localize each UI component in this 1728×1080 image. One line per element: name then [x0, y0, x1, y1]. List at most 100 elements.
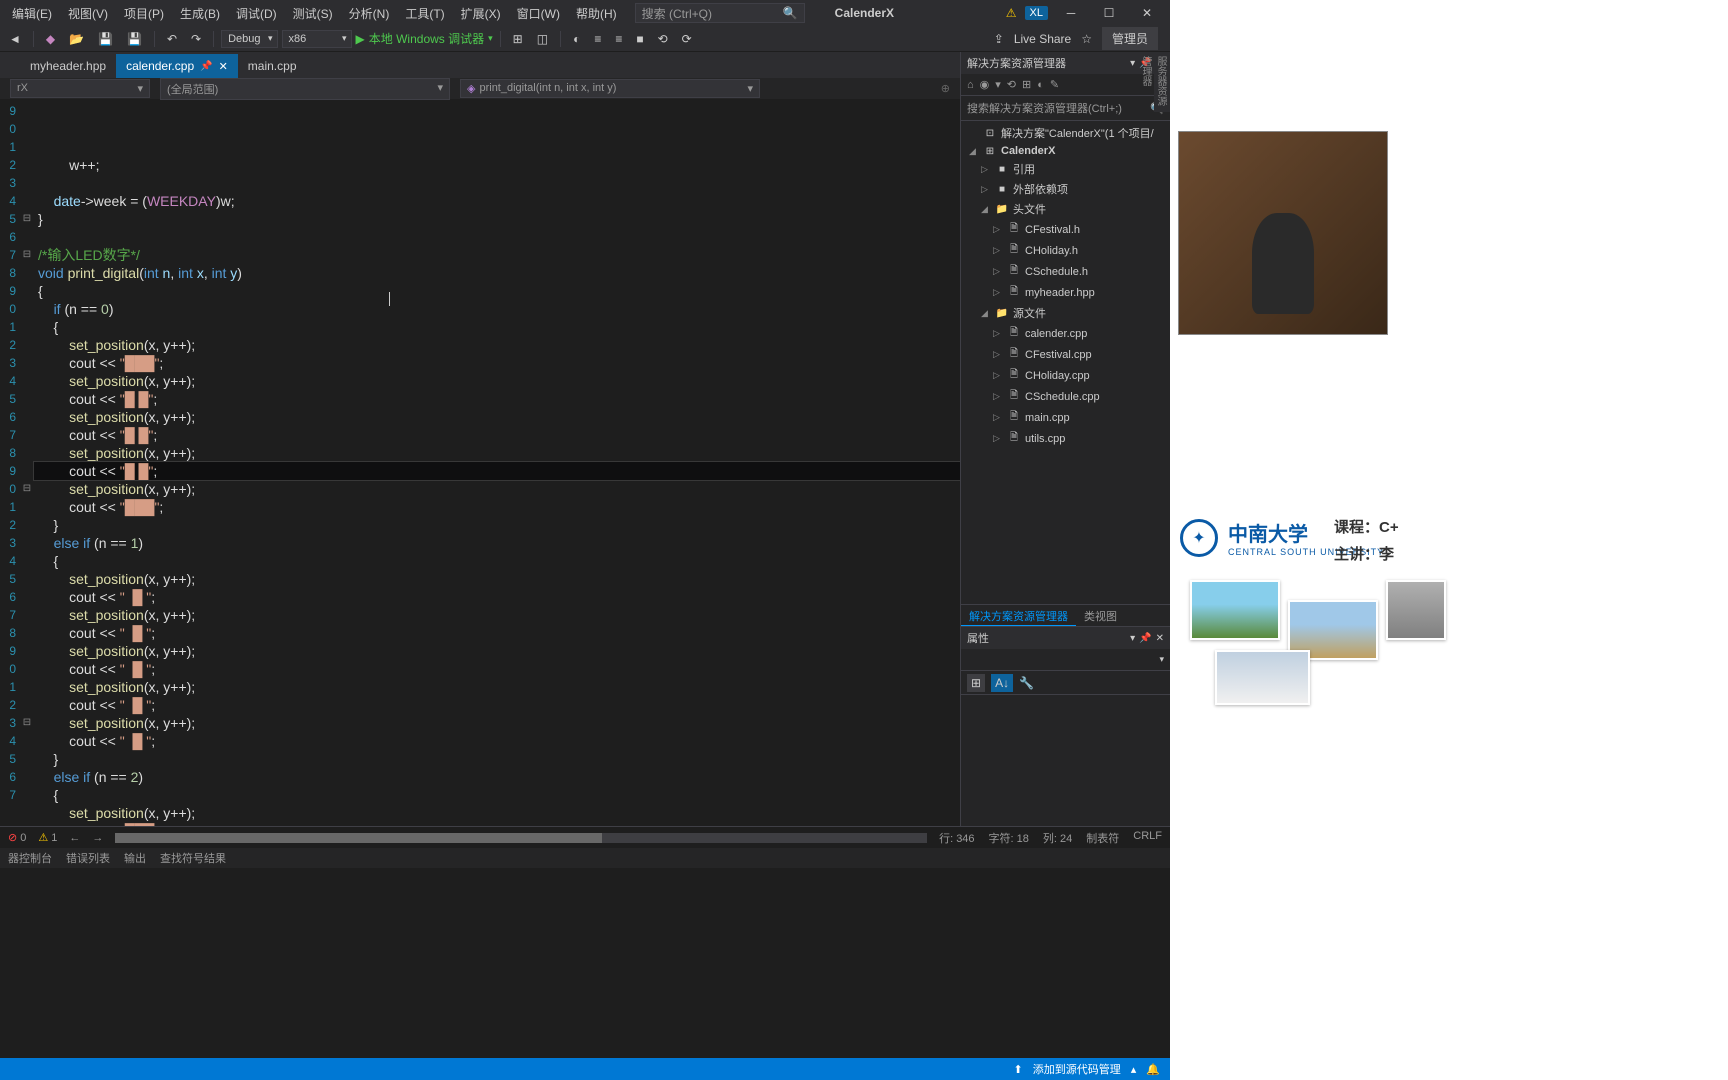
tree-item[interactable]: ▷🗎CSchedule.cpp: [961, 386, 1170, 407]
code-line[interactable]: set_position(x, y++);: [34, 714, 960, 732]
solution-search[interactable]: 搜索解决方案资源管理器(Ctrl+;) 🔍: [961, 96, 1170, 121]
live-share-button[interactable]: Live Share: [1014, 32, 1071, 46]
fold-icon[interactable]: ⊟: [20, 714, 34, 732]
code-line[interactable]: set_position(x, y++);: [34, 408, 960, 426]
menu-item[interactable]: 帮助(H): [568, 3, 625, 25]
code-line[interactable]: set_position(x, y++);: [34, 606, 960, 624]
props-combo-icon[interactable]: ▾: [1159, 654, 1164, 665]
tree-item[interactable]: ▷🗎myheader.hpp: [961, 282, 1170, 303]
search-box[interactable]: 搜索 (Ctrl+Q) 🔍: [635, 3, 805, 23]
code-editor[interactable]: 901234567890123456789012345678901234567 …: [0, 100, 960, 826]
code-line[interactable]: date->week = (WEEKDAY)w;: [34, 192, 960, 210]
status-line[interactable]: 行: 346: [939, 830, 974, 846]
code-line[interactable]: set_position(x, y++);: [34, 372, 960, 390]
output-tab[interactable]: 错误列表: [66, 850, 110, 866]
nav-back-icon[interactable]: ◄: [4, 29, 26, 49]
open-icon[interactable]: 📂: [64, 29, 89, 49]
code-line[interactable]: /*输入LED数字*/: [34, 246, 960, 264]
tree-item[interactable]: ▷■引用: [961, 159, 1170, 179]
code-line[interactable]: w++;: [34, 156, 960, 174]
tb-i6[interactable]: ✎: [1050, 78, 1059, 91]
nav-left-icon[interactable]: ←: [69, 832, 80, 844]
tb-i3[interactable]: ⟲: [1007, 78, 1016, 91]
code-line[interactable]: set_position(x, y++);: [34, 570, 960, 588]
menu-item[interactable]: 生成(B): [172, 3, 228, 25]
code-line[interactable]: }: [34, 750, 960, 768]
code-line[interactable]: set_position(x, y++);: [34, 336, 960, 354]
split-icon[interactable]: ⊕: [941, 82, 950, 95]
menu-item[interactable]: 视图(V): [60, 3, 116, 25]
editor-tab[interactable]: main.cpp: [238, 54, 307, 78]
server-explorer-tab[interactable]: 服务器资源管理器: [1154, 52, 1170, 112]
code-line[interactable]: cout << "███";: [34, 498, 960, 516]
status-col[interactable]: 列: 24: [1043, 830, 1072, 846]
close-icon[interactable]: ✕: [219, 60, 228, 73]
editor-tab[interactable]: calender.cpp📌✕: [116, 54, 238, 78]
output-tab[interactable]: 查找符号结果: [160, 850, 226, 866]
code-line[interactable]: set_position(x, y++);: [34, 480, 960, 498]
code-line[interactable]: {: [34, 786, 960, 804]
code-line[interactable]: cout << " █ ";: [34, 660, 960, 678]
tree-item[interactable]: ▷■外部依赖项: [961, 179, 1170, 199]
tree-item[interactable]: ▷🗎CFestival.cpp: [961, 344, 1170, 365]
tb-icon-6[interactable]: ■: [631, 29, 648, 49]
editor-tab[interactable]: myheader.hpp: [20, 54, 116, 78]
status-ins[interactable]: 制表符: [1086, 830, 1119, 846]
code-line[interactable]: cout << "█ █";: [34, 390, 960, 408]
tb-icon-2[interactable]: ◫: [532, 29, 553, 49]
close-button[interactable]: ✕: [1132, 2, 1162, 24]
output-tab[interactable]: 输出: [124, 850, 146, 866]
code-line[interactable]: else if (n == 1): [34, 534, 960, 552]
home-icon[interactable]: ⌂: [967, 79, 974, 91]
tb-i4[interactable]: ⊞: [1022, 78, 1031, 91]
menu-item[interactable]: 扩展(X): [453, 3, 509, 25]
save-all-icon[interactable]: 💾: [122, 29, 147, 49]
config-combo[interactable]: Debug: [221, 30, 277, 48]
menu-item[interactable]: 分析(N): [341, 3, 398, 25]
bc-scope1[interactable]: rX▾: [10, 79, 150, 98]
tree-item[interactable]: ◢⊞CalenderX: [961, 143, 1170, 159]
pin-icon[interactable]: 📌: [200, 61, 212, 72]
wrench-icon[interactable]: 🔧: [1019, 676, 1034, 690]
panel-dropdown-icon[interactable]: ▾: [1130, 58, 1135, 69]
platform-combo[interactable]: x86: [282, 30, 352, 48]
bc-func[interactable]: ◈ print_digital(int n, int x, int y)▾: [460, 79, 760, 98]
error-icon[interactable]: ⊘: [8, 831, 17, 844]
tb-icon-5[interactable]: ≡: [610, 29, 627, 49]
source-control-icon[interactable]: ⬆: [1014, 1063, 1023, 1076]
tree-item[interactable]: ◢📁源文件: [961, 303, 1170, 323]
bc-scope2[interactable]: (全局范围)▾: [160, 78, 450, 100]
redo-icon[interactable]: ↷: [186, 29, 206, 49]
tb-icon-4[interactable]: ≡: [589, 29, 606, 49]
notification-icon[interactable]: 🔔: [1146, 1063, 1160, 1076]
maximize-button[interactable]: ☐: [1094, 2, 1124, 24]
code-line[interactable]: cout << " █ ";: [34, 732, 960, 750]
code-line[interactable]: {: [34, 282, 960, 300]
fold-icon[interactable]: ⊟: [20, 480, 34, 498]
output-tab[interactable]: 器控制台: [8, 850, 52, 866]
props-close-icon[interactable]: ✕: [1156, 633, 1164, 644]
minimize-button[interactable]: ─: [1056, 2, 1086, 24]
code-line[interactable]: cout << "█ █";: [34, 462, 960, 480]
feedback-icon[interactable]: ☆: [1081, 32, 1092, 46]
code-line[interactable]: {: [34, 318, 960, 336]
tree-item[interactable]: ▷🗎CFestival.h: [961, 219, 1170, 240]
status-char[interactable]: 字符: 18: [989, 830, 1029, 846]
start-debug-button[interactable]: ▶ 本地 Windows 调试器 ▾: [356, 30, 493, 47]
warning-icon[interactable]: ⚠: [38, 831, 48, 844]
code-line[interactable]: cout << "███";: [34, 354, 960, 372]
tb-i2[interactable]: ▾: [995, 78, 1001, 91]
code-line[interactable]: }: [34, 516, 960, 534]
code-line[interactable]: [34, 174, 960, 192]
save-icon[interactable]: 💾: [93, 29, 118, 49]
menu-item[interactable]: 工具(T): [397, 3, 452, 25]
tree-item[interactable]: ▷🗎utils.cpp: [961, 428, 1170, 449]
tree-item[interactable]: ◢📁头文件: [961, 199, 1170, 219]
code-line[interactable]: }: [34, 210, 960, 228]
props-pin-icon[interactable]: 📌: [1139, 633, 1151, 644]
code-line[interactable]: set_position(x, y++);: [34, 678, 960, 696]
menu-item[interactable]: 项目(P): [116, 3, 172, 25]
status-crlf[interactable]: CRLF: [1133, 830, 1162, 846]
code-line[interactable]: {: [34, 552, 960, 570]
tree-item[interactable]: ▷🗎CHoliday.h: [961, 240, 1170, 261]
